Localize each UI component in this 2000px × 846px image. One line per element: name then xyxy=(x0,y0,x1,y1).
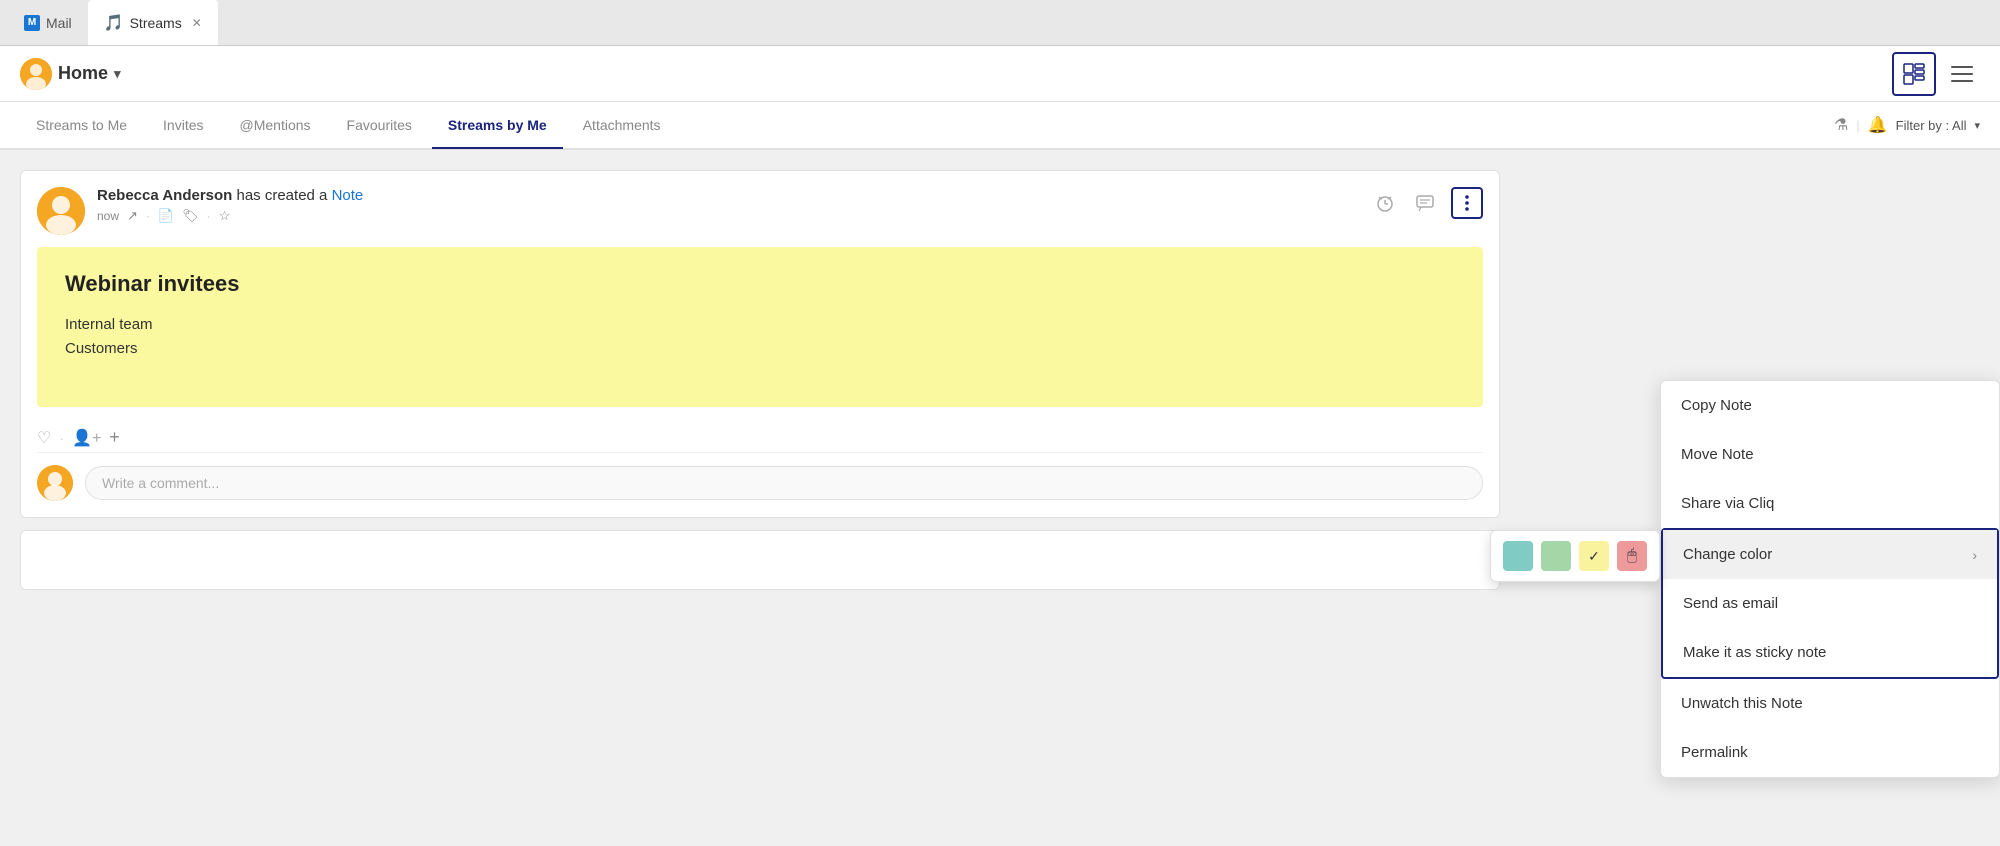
home-label: Home xyxy=(58,63,108,84)
note-line-1: Internal team xyxy=(65,313,1455,337)
commenter-avatar xyxy=(37,465,73,501)
note-meta: Rebecca Anderson has created a Note now … xyxy=(97,187,363,224)
sub-navigation: Streams to Me Invites @Mentions Favourit… xyxy=(0,102,2000,150)
commenter-avatar-image xyxy=(37,465,73,501)
tab-attachments[interactable]: Attachments xyxy=(567,103,677,149)
note-header-left: Rebecca Anderson has created a Note now … xyxy=(37,187,363,235)
menu-item-permalink[interactable]: Permalink xyxy=(1661,728,1999,777)
cursor-indicator: 🖱 xyxy=(1627,547,1637,565)
note-doc-icon[interactable]: 📄 xyxy=(158,208,174,224)
note-header: Rebecca Anderson has created a Note now … xyxy=(37,187,1483,235)
note-link[interactable]: Note xyxy=(332,187,364,204)
menu-item-make-sticky[interactable]: Make it as sticky note xyxy=(1663,628,1997,677)
filter-label[interactable]: Filter by : All xyxy=(1896,118,1967,133)
three-dot-icon xyxy=(1465,194,1469,212)
sub-nav-tabs: Streams to Me Invites @Mentions Favourit… xyxy=(20,102,677,148)
header-right-controls xyxy=(1892,52,1980,96)
heart-icon[interactable]: ♡ xyxy=(37,428,51,448)
menu-item-unwatch[interactable]: Unwatch this Note xyxy=(1661,679,1999,728)
note-content-area: Webinar invitees Internal team Customers xyxy=(37,247,1483,407)
tab-invites[interactable]: Invites xyxy=(147,103,219,149)
tab-mail[interactable]: M Mail xyxy=(8,0,88,45)
hamburger-menu-button[interactable] xyxy=(1944,56,1980,92)
plus-icon[interactable]: + xyxy=(109,427,120,448)
dot-separator: · xyxy=(146,209,150,223)
comment-icon-button[interactable] xyxy=(1411,189,1439,217)
note-card-second xyxy=(20,530,1500,590)
menu-item-share-cliq[interactable]: Share via Cliq xyxy=(1661,479,1999,528)
note-time-row: now ↗ · 📄 🏷 · ☆ xyxy=(97,208,363,224)
tab-streams[interactable]: 🎵 Streams ✕ xyxy=(88,0,218,45)
star-icon[interactable]: ☆ xyxy=(219,208,231,224)
color-swatch-green[interactable] xyxy=(1541,541,1571,571)
filter-icon[interactable]: ⚗ xyxy=(1834,115,1848,135)
main-content: Rebecca Anderson has created a Note now … xyxy=(0,150,2000,846)
dot-separator2: · xyxy=(207,209,211,223)
mail-icon: M xyxy=(24,15,40,31)
avatar-svg xyxy=(20,58,52,90)
home-dropdown[interactable]: Home ▾ xyxy=(20,58,121,90)
alarm-icon xyxy=(1375,193,1395,213)
comment-input[interactable]: Write a comment... xyxy=(85,466,1483,500)
chevron-down-icon: ▾ xyxy=(114,66,121,82)
filter-bookmark-icon[interactable]: 🔔 xyxy=(1868,115,1888,135)
filter-divider: | xyxy=(1856,118,1859,133)
comment-placeholder: Write a comment... xyxy=(102,475,219,491)
note-body: Internal team Customers xyxy=(65,313,1455,361)
context-menu-bordered-section: Change color › Send as email Make it as … xyxy=(1661,528,1999,679)
tag-icon[interactable]: 🏷 xyxy=(182,208,199,224)
note-author-avatar xyxy=(37,187,85,235)
external-link-icon[interactable]: ↗ xyxy=(127,208,138,224)
alarm-icon-button[interactable] xyxy=(1371,189,1399,217)
person-add-icon[interactable]: 👤+ xyxy=(72,428,101,448)
app-header: Home ▾ xyxy=(0,46,2000,102)
filter-controls: ⚗ | 🔔 Filter by : All ▾ xyxy=(1834,115,1980,135)
view-toggle-button[interactable] xyxy=(1892,52,1936,96)
color-swatch-yellow[interactable]: ✓ xyxy=(1579,541,1609,571)
menu-item-copy-note[interactable]: Copy Note xyxy=(1661,381,1999,430)
menu-item-move-note[interactable]: Move Note xyxy=(1661,430,1999,479)
tab-streams-to-me[interactable]: Streams to Me xyxy=(20,103,143,149)
filter-chevron-icon: ▾ xyxy=(1974,119,1980,132)
tab-mail-label: Mail xyxy=(46,15,72,31)
color-picker-popup: ✓ 🖱 xyxy=(1490,530,1660,582)
note-actions-right xyxy=(1371,187,1483,219)
tab-mentions[interactable]: @Mentions xyxy=(224,103,327,149)
menu-item-change-color[interactable]: Change color › xyxy=(1663,530,1997,579)
grid-icon xyxy=(1903,63,1925,85)
tab-bar: M Mail 🎵 Streams ✕ xyxy=(0,0,2000,46)
note-author-line: Rebecca Anderson has created a Note xyxy=(97,187,363,204)
note-title: Webinar invitees xyxy=(65,271,1455,297)
close-icon[interactable]: ✕ xyxy=(192,16,202,30)
comment-icon xyxy=(1415,193,1435,213)
note-card: Rebecca Anderson has created a Note now … xyxy=(20,170,1500,518)
chevron-right-icon: › xyxy=(1972,547,1977,563)
tab-streams-by-me[interactable]: Streams by Me xyxy=(432,103,563,149)
streams-icon: 🎵 xyxy=(104,13,124,33)
color-swatch-cyan[interactable] xyxy=(1503,541,1533,571)
note-footer: ♡ · 👤+ + xyxy=(37,419,1483,452)
color-swatch-pink[interactable]: 🖱 xyxy=(1617,541,1647,571)
tab-streams-label: Streams xyxy=(130,15,182,31)
menu-icon xyxy=(1951,66,1973,82)
more-options-button[interactable] xyxy=(1451,187,1483,219)
context-menu: Copy Note Move Note Share via Cliq Chang… xyxy=(1660,380,2000,778)
comment-area: Write a comment... xyxy=(37,452,1483,501)
note-line-2: Customers xyxy=(65,337,1455,361)
avatar-image xyxy=(37,187,85,235)
user-avatar-header xyxy=(20,58,52,90)
dot-sep3: · xyxy=(59,430,64,446)
tab-favourites[interactable]: Favourites xyxy=(331,103,428,149)
menu-item-send-email[interactable]: Send as email xyxy=(1663,579,1997,628)
timestamp: now xyxy=(97,209,119,223)
